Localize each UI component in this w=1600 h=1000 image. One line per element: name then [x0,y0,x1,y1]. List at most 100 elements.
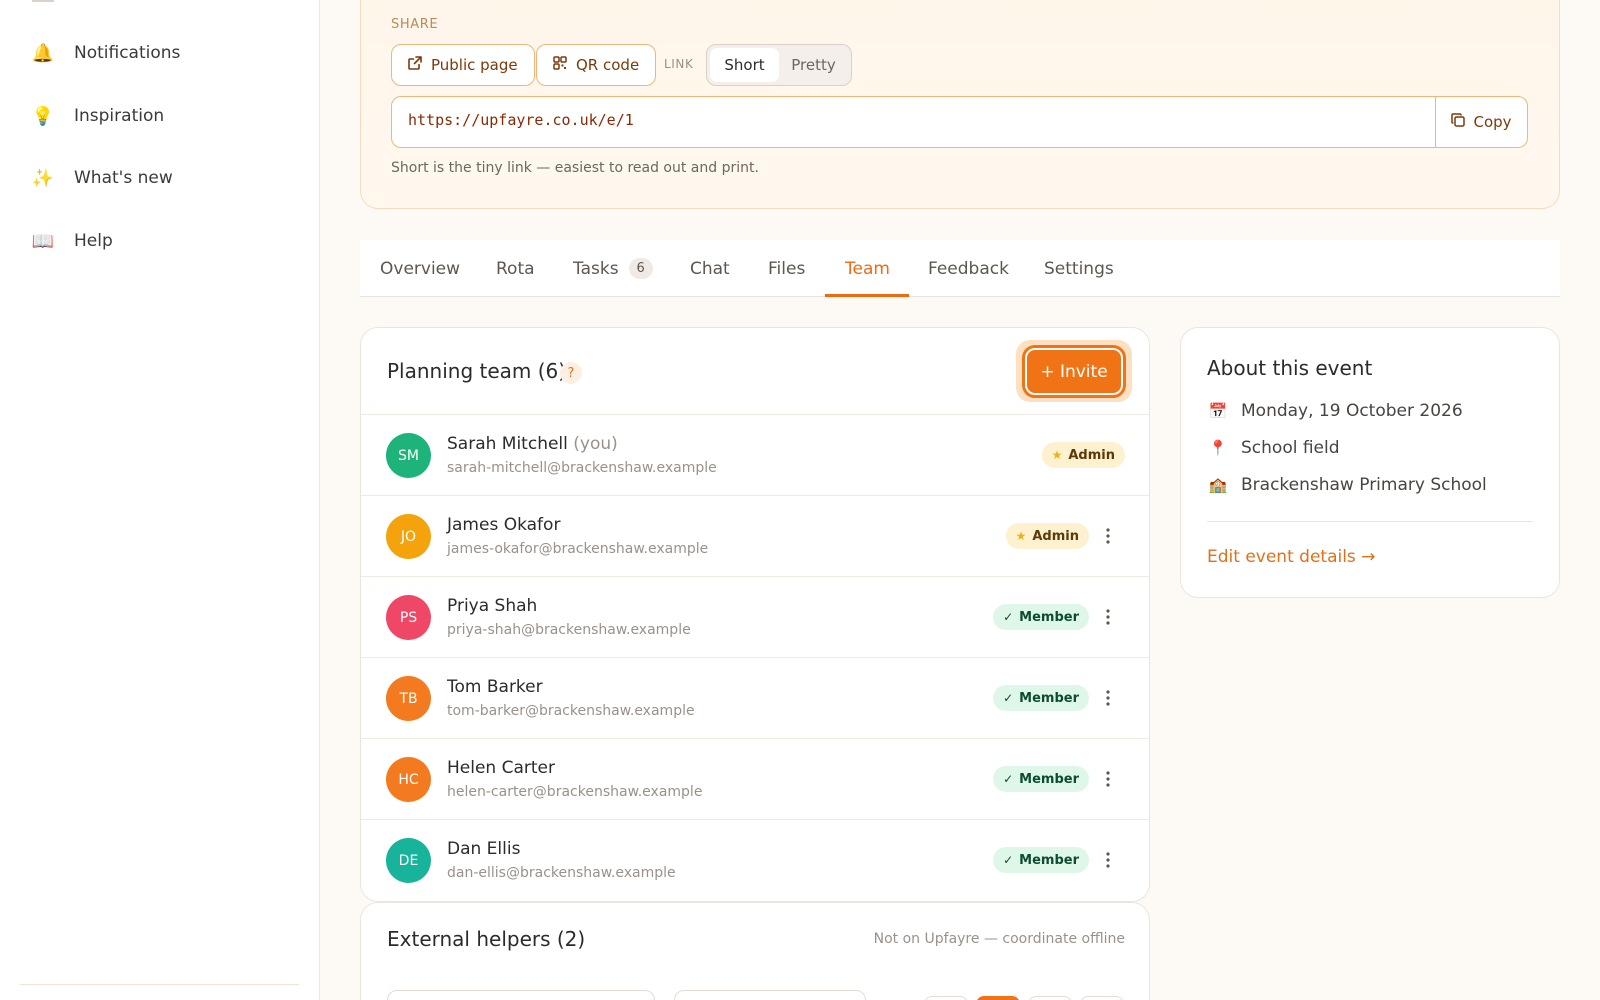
external-helpers-title: External helpers (2) [387,927,586,951]
sidebar-item-whats-new[interactable]: ✨ What's new [28,158,173,198]
helper-contact-input[interactable] [674,990,866,1000]
planning-team-title: Planning team (6) [387,359,567,383]
edit-event-details-link[interactable]: Edit event details → [1207,547,1375,567]
member-row[interactable]: JO James Okafor james-okafor@brackenshaw.e… [361,496,1149,577]
share-hint: Short is the tiny link — easiest to read… [391,160,759,176]
member-name-line: Sarah Mitchell (you) [447,434,618,454]
link-style-toggle: Short Pretty [706,44,852,86]
check-icon: ✓ [1003,691,1014,705]
member-email: dan-ellis@brackenshaw.example [447,865,676,881]
event-tabs: Overview Rota Tasks 6 Chat Files Team Fe… [360,240,1560,297]
sidebar-item-label: What's new [74,168,173,188]
member-name: Priya Shah [447,596,538,616]
member-name: Helen Carter [447,758,555,778]
planning-team-header: Planning team (6) ? + Invite [361,328,1149,415]
qr-code-label: QR code [576,56,640,74]
sidebar-item-help[interactable]: 📖 Help [28,221,113,261]
role-label: Member [1019,771,1079,787]
role-badge: ✓ Member [993,604,1089,630]
link-style-pretty[interactable]: Pretty [779,48,848,82]
member-name-line: Dan Ellis [447,839,520,859]
avatar: TB [386,676,431,721]
share-url[interactable]: https://upfayre.co.uk/e/1 [408,111,634,129]
book-icon: 📖 [31,230,55,252]
avatar: SM [386,433,431,478]
role-badge: ✓ Member [993,685,1089,711]
invite-button[interactable]: + Invite [1022,345,1126,398]
more-options-icon[interactable] [1096,523,1120,549]
copy-label: Copy [1473,113,1512,131]
help-icon[interactable]: ? [560,362,582,384]
tab-team[interactable]: Team [845,240,890,297]
tab-files[interactable]: Files [768,240,805,297]
more-options-icon[interactable] [1096,766,1120,792]
more-options-icon[interactable] [1096,847,1120,873]
helper-option-2[interactable] [976,996,1020,1000]
tasks-count-badge: 6 [628,258,653,279]
tab-settings[interactable]: Settings [1044,240,1114,297]
tab-tasks[interactable]: Tasks 6 [573,240,653,297]
tab-rota[interactable]: Rota [496,240,535,297]
member-email: tom-barker@brackenshaw.example [447,703,695,719]
event-organiser-text: Brackenshaw Primary School [1241,475,1487,495]
sparkles-icon: ✨ [31,167,55,189]
link-label: LINK [664,57,694,71]
event-date: 📅 Monday, 19 October 2026 [1207,398,1463,424]
sidebar-item-inspiration[interactable]: 💡 Inspiration [28,96,164,136]
helper-option-4[interactable] [1080,996,1124,1000]
school-icon: 🏫 [1208,476,1228,494]
external-link-icon [408,56,422,74]
check-icon: ✓ [1003,610,1014,624]
sidebar-divider [20,984,299,985]
link-style-short[interactable]: Short [710,48,779,82]
copy-icon [1451,113,1466,131]
avatar: PS [386,595,431,640]
about-event-title: About this event [1207,356,1373,380]
role-label: Member [1019,852,1079,868]
bell-icon: 🔔 [31,42,55,64]
role-label: Admin [1068,447,1115,463]
member-name-line: James Okafor [447,515,560,535]
member-row[interactable]: SM Sarah Mitchell (you) sarah-mitchell@bra… [361,415,1149,496]
helper-option-1[interactable] [924,996,968,1000]
qr-code-icon [553,56,567,74]
event-organiser: 🏫 Brackenshaw Primary School [1207,472,1487,498]
member-name: Tom Barker [447,677,543,697]
member-name-line: Priya Shah [447,596,537,616]
active-tab-indicator [825,294,909,297]
tab-chat[interactable]: Chat [690,240,730,297]
tab-tasks-label: Tasks [573,258,619,279]
avatar: DE [386,838,431,883]
tab-overview[interactable]: Overview [380,240,460,297]
member-row[interactable]: TB Tom Barker tom-barker@brackenshaw.examp… [361,658,1149,739]
star-icon: ★ [1051,448,1063,462]
event-location-text: School field [1241,438,1340,458]
public-page-label: Public page [431,56,518,74]
share-url-field[interactable]: https://upfayre.co.uk/e/1 Copy [391,96,1528,148]
more-options-icon[interactable] [1096,604,1120,630]
public-page-button[interactable]: Public page [391,44,535,86]
member-email: james-okafor@brackenshaw.example [447,541,709,557]
lightbulb-icon: 💡 [31,105,55,127]
about-divider [1207,521,1533,522]
helper-name-input[interactable] [387,990,655,1000]
check-icon: ✓ [1003,853,1014,867]
member-row[interactable]: HC Helen Carter helen-carter@brackenshaw.e… [361,739,1149,820]
share-title: SHARE [391,17,439,32]
helper-option-3[interactable] [1028,996,1072,1000]
role-label: Member [1019,609,1079,625]
member-row[interactable]: PS Priya Shah priya-shah@brackenshaw.examp… [361,577,1149,658]
member-row[interactable]: DE Dan Ellis dan-ellis@brackenshaw.example… [361,820,1149,901]
sidebar-item-notifications[interactable]: 🔔 Notifications [28,33,181,73]
copy-button[interactable]: Copy [1435,97,1527,147]
tab-feedback[interactable]: Feedback [928,240,1009,297]
avatar: JO [386,514,431,559]
member-name: Sarah Mitchell [447,434,568,454]
you-label: (you) [573,434,618,454]
sidebar-item-label: Help [74,231,113,251]
qr-code-button[interactable]: QR code [536,44,657,86]
calendar-icon: 📅 [1208,402,1228,420]
sidebar: 🔔 Notifications 💡 Inspiration ✨ What's n… [0,0,320,1000]
role-badge: ★ Admin [1041,442,1125,468]
more-options-icon[interactable] [1096,685,1120,711]
